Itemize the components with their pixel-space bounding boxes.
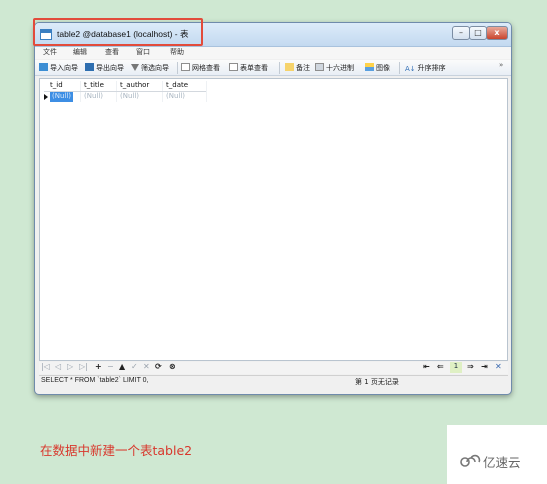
import-wizard-label: 导入向导 xyxy=(50,64,78,72)
last-record-button[interactable]: ▷| xyxy=(79,362,88,371)
close-paging-button[interactable]: ✕ xyxy=(495,362,502,371)
filter-icon xyxy=(131,64,139,71)
page-last-button[interactable]: ⇥ xyxy=(481,362,488,371)
delete-record-button[interactable]: − xyxy=(107,362,114,371)
image-button[interactable]: 图像 xyxy=(365,63,390,74)
column-divider xyxy=(206,81,207,102)
image-icon xyxy=(365,63,374,71)
next-record-button[interactable]: ▷ xyxy=(67,362,73,371)
title-highlight-box xyxy=(33,18,203,46)
menu-file[interactable]: 文件 xyxy=(43,47,57,57)
form-view-button[interactable]: 表单查看 xyxy=(229,63,268,74)
hex-icon xyxy=(315,63,324,71)
grid-icon xyxy=(181,63,190,71)
page-next-button[interactable]: ⇒ xyxy=(467,362,474,371)
current-row-indicator xyxy=(44,94,48,100)
instruction-caption: 在数据中新建一个表table2 xyxy=(40,443,193,458)
filter-wizard-label: 筛选向导 xyxy=(141,64,169,72)
cancel-changes-button[interactable]: ✕ xyxy=(143,362,150,371)
menu-window[interactable]: 窗口 xyxy=(136,47,150,57)
cell-t-id[interactable]: (Null) xyxy=(50,92,74,102)
hex-button[interactable]: 十六进制 xyxy=(315,63,354,74)
toolbar-separator xyxy=(399,62,400,74)
memo-icon xyxy=(285,63,294,71)
grid-view-label: 网格查看 xyxy=(192,64,220,72)
sql-query-text: SELECT * FROM `table2` LIMIT 0, xyxy=(41,377,149,384)
previous-record-button[interactable]: ◁ xyxy=(55,362,61,371)
column-header-t-date[interactable]: t_date xyxy=(166,81,188,89)
menu-help[interactable]: 帮助 xyxy=(170,47,184,57)
minimize-button[interactable]: – xyxy=(452,26,470,40)
image-label: 图像 xyxy=(376,64,390,72)
watermark-logo-icon xyxy=(460,454,481,467)
import-icon xyxy=(39,63,48,71)
toolbar-overflow-button[interactable]: » xyxy=(499,61,503,69)
data-grid[interactable]: t_id t_title t_author t_date (Null) (Nul… xyxy=(39,78,508,361)
close-button[interactable]: x xyxy=(486,26,508,40)
import-wizard-button[interactable]: 导入向导 xyxy=(39,63,78,74)
menu-view[interactable]: 查看 xyxy=(105,47,119,57)
page-previous-button[interactable]: ⇐ xyxy=(437,362,444,371)
stop-button[interactable]: ⊗ xyxy=(169,362,176,371)
column-header-t-id[interactable]: t_id xyxy=(50,81,63,89)
column-header-t-title[interactable]: t_title xyxy=(84,81,104,89)
first-record-button[interactable]: |◁ xyxy=(41,362,50,371)
form-icon xyxy=(229,63,238,71)
toolbar: 导入向导 导出向导 筛选向导 网格查看 表单查看 备注 十六进制 图像 A↓ 升序… xyxy=(35,60,511,76)
refresh-button[interactable]: ⟳ xyxy=(155,362,162,371)
sort-ascending-button[interactable]: A↓ 升序排序 xyxy=(405,63,446,74)
sort-ascending-label: 升序排序 xyxy=(417,64,446,72)
column-header-t-author[interactable]: t_author xyxy=(120,81,149,89)
add-record-button[interactable]: + xyxy=(95,362,102,371)
toolbar-separator xyxy=(279,62,280,74)
memo-label: 备注 xyxy=(296,64,310,72)
filter-wizard-button[interactable]: 筛选向导 xyxy=(131,63,169,74)
watermark-text: 亿速云 xyxy=(483,455,521,470)
form-view-label: 表单查看 xyxy=(240,64,268,72)
maximize-button[interactable]: □ xyxy=(469,26,487,40)
status-bar: SELECT * FROM `table2` LIMIT 0, 第 1 页无记录 xyxy=(39,375,508,387)
export-icon xyxy=(85,63,94,71)
apply-changes-button[interactable]: ✓ xyxy=(131,362,138,371)
export-wizard-button[interactable]: 导出向导 xyxy=(85,63,124,74)
navicat-table-window: table2 @database1 (localhost) - 表 – □ x … xyxy=(34,22,512,395)
grid-view-button[interactable]: 网格查看 xyxy=(181,63,220,74)
export-wizard-label: 导出向导 xyxy=(96,64,124,72)
memo-button[interactable]: 备注 xyxy=(285,63,310,74)
toolbar-separator xyxy=(177,62,178,74)
hex-label: 十六进制 xyxy=(326,64,354,72)
sort-ascending-icon: A↓ xyxy=(405,65,416,73)
menu-edit[interactable]: 编辑 xyxy=(73,47,87,57)
move-up-button[interactable]: ▲ xyxy=(119,362,125,371)
page-first-button[interactable]: ⇤ xyxy=(423,362,430,371)
record-count-text: 第 1 页无记录 xyxy=(355,378,399,386)
cell-t-date[interactable]: (Null) xyxy=(166,92,185,102)
page-number-field[interactable]: 1 xyxy=(450,362,462,373)
cell-t-author[interactable]: (Null) xyxy=(120,92,139,102)
cell-t-title[interactable]: (Null) xyxy=(84,92,103,102)
menu-bar: 文件 编辑 查看 窗口 帮助 xyxy=(35,47,511,59)
record-navigation-bar: |◁ ◁ ▷ ▷| + − ▲ ✓ ✕ ⟳ ⊗ ⇤ ⇐ 1 ⇒ ⇥ ✕ xyxy=(39,362,508,374)
